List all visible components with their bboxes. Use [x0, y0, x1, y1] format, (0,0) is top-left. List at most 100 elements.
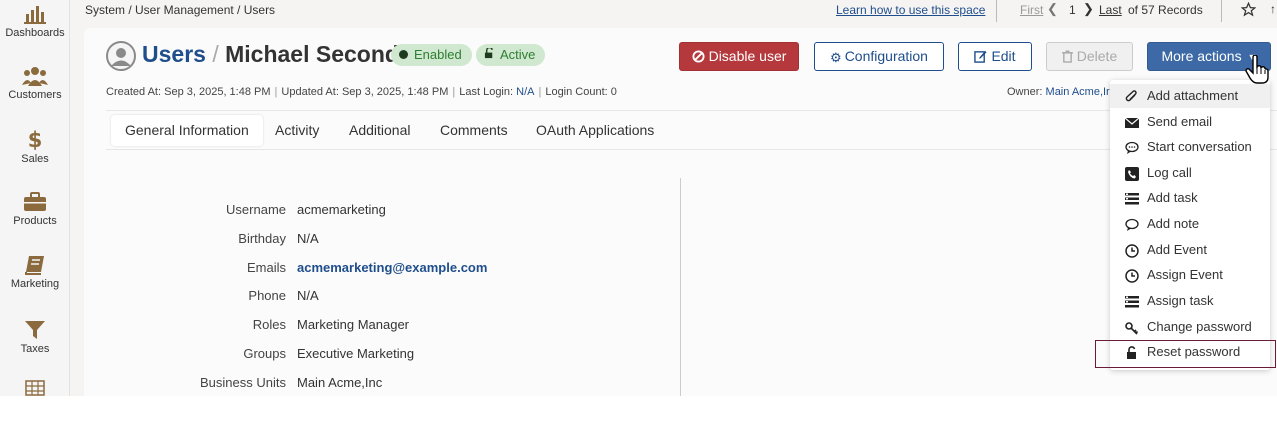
bar-chart-icon: [24, 6, 46, 24]
sidebar-item-customers[interactable]: Customers: [0, 66, 70, 101]
sidebar-item-marketing[interactable]: Marketing: [0, 255, 70, 290]
last-login-label: Last Login:: [459, 86, 514, 98]
selection-highlight: [1095, 340, 1276, 368]
badge-label: Active: [500, 47, 536, 62]
last-login-value[interactable]: N/A: [516, 86, 534, 98]
hand-cursor-icon: [1245, 55, 1269, 84]
sidebar-item-label: Taxes: [20, 343, 50, 355]
field-label-phone: Phone: [248, 288, 286, 303]
gear-icon: ⚙: [830, 50, 842, 65]
sidebar-item-dashboards[interactable]: Dashboards: [0, 4, 70, 39]
menu-item-label: Start conversation: [1147, 139, 1252, 154]
key-icon: [1125, 322, 1139, 335]
field-value-email-link[interactable]: acmemarketing@example.com: [297, 260, 487, 275]
button-label: Configuration: [844, 48, 928, 64]
menu-item-log-call[interactable]: Log call: [1110, 161, 1270, 185]
menu-item-change-password[interactable]: Change password: [1110, 315, 1270, 339]
phone-icon: [1125, 167, 1139, 181]
menu-item-label: Log call: [1147, 165, 1192, 180]
owner-info: Owner: Main Acme,Ir: [1007, 86, 1110, 98]
tab-bar: General Information Activity Additional …: [106, 110, 1277, 150]
sidebar-item-sales[interactable]: $ Sales: [0, 128, 70, 165]
menu-item-label: Assign Event: [1147, 267, 1223, 282]
pager-last-link[interactable]: Last: [1099, 3, 1122, 17]
dot-icon: [399, 50, 408, 59]
top-bar: System / User Management / Users Learn h…: [71, 0, 1277, 22]
tab-activity[interactable]: Activity: [261, 115, 333, 146]
title-separator: /: [212, 41, 219, 67]
menu-item-add-attachment[interactable]: Add attachment: [1110, 84, 1270, 108]
dollar-icon: $: [28, 128, 43, 150]
page-title: Users / Michael Second: [142, 41, 399, 68]
chevron-left-icon[interactable]: ❮: [1047, 1, 1058, 17]
menu-item-label: Add note: [1147, 216, 1200, 231]
filter-icon: [25, 321, 45, 339]
table-icon: [25, 380, 45, 396]
title-section-link[interactable]: Users: [142, 41, 206, 67]
title-record-name: Michael Second: [225, 41, 399, 67]
chevron-right-icon[interactable]: ❯: [1083, 1, 1094, 17]
paperclip-icon: [1125, 90, 1137, 102]
tab-oauth-applications[interactable]: OAuth Applications: [522, 115, 668, 146]
learn-link[interactable]: Learn how to use this space: [836, 3, 985, 17]
edit-button[interactable]: Edit: [958, 42, 1032, 71]
menu-item-assign-task[interactable]: Assign task: [1110, 289, 1270, 313]
sidebar-item-taxes[interactable]: Taxes: [0, 320, 70, 355]
menu-item-send-email[interactable]: Send email: [1110, 110, 1270, 134]
trash-icon: [1061, 45, 1073, 72]
disable-user-button[interactable]: Disable user: [679, 42, 799, 71]
sidebar-item-products[interactable]: Products: [0, 192, 70, 227]
owner-link[interactable]: Main Acme,Ir: [1046, 86, 1110, 98]
tasks-icon: [1125, 296, 1139, 308]
svg-text:$: $: [28, 128, 43, 150]
app-window: Dashboards Customers $ Sales Products Ma…: [0, 0, 1277, 396]
user-menu-icon[interactable]: ↑: [1270, 2, 1276, 16]
button-label: Disable user: [708, 48, 787, 64]
chat-icon: [1125, 141, 1139, 154]
ban-icon: [692, 45, 705, 72]
menu-item-add-note[interactable]: Add note: [1110, 212, 1270, 236]
field-value-phone: N/A: [297, 288, 319, 303]
tab-comments[interactable]: Comments: [426, 115, 522, 146]
login-count-value: 0: [610, 86, 617, 98]
owner-label: Owner:: [1007, 86, 1043, 98]
sidebar-item-label: Customers: [8, 89, 62, 101]
field-value-username: acmemarketing: [297, 202, 386, 217]
sidebar: Dashboards Customers $ Sales Products Ma…: [0, 0, 70, 396]
book-icon: [25, 256, 44, 275]
delete-button[interactable]: Delete: [1046, 42, 1133, 71]
field-label-business-units: Business Units: [200, 375, 286, 390]
column-divider: [680, 178, 681, 396]
status-badge-active: Active: [476, 44, 546, 66]
sidebar-item-label: Sales: [21, 153, 49, 165]
topbar-divider: [996, 0, 997, 22]
menu-item-label: Add attachment: [1147, 88, 1239, 103]
tasks-icon: [1125, 193, 1139, 205]
sidebar-item-more[interactable]: [0, 380, 70, 396]
pager-record-count: of 57 Records: [1128, 3, 1203, 17]
menu-item-add-task[interactable]: Add task: [1110, 186, 1270, 210]
star-icon[interactable]: [1241, 2, 1256, 17]
briefcase-icon: [24, 192, 46, 211]
updated-label: Updated At:: [281, 86, 339, 98]
field-value-business-units: Main Acme,Inc: [297, 375, 383, 390]
sidebar-item-label: Products: [13, 215, 57, 227]
field-label-emails: Emails: [246, 260, 286, 275]
updated-value: Sep 3, 2025, 1:48 PM: [341, 86, 449, 98]
configuration-button[interactable]: ⚙ Configuration: [814, 42, 944, 71]
tab-general-information[interactable]: General Information: [111, 115, 263, 146]
unlock-icon: [484, 44, 495, 66]
menu-item-assign-event[interactable]: Assign Event: [1110, 263, 1270, 287]
menu-item-label: Assign task: [1147, 293, 1214, 308]
menu-item-label: Add task: [1147, 190, 1198, 205]
menu-item-start-conversation[interactable]: Start conversation: [1110, 135, 1270, 159]
record-meta: Created At: Sep 3, 2025, 1:48 PM | Updated…: [106, 86, 617, 98]
tab-additional[interactable]: Additional: [335, 115, 425, 146]
menu-item-add-event[interactable]: Add Event: [1110, 238, 1270, 262]
field-label-username: Username: [226, 202, 286, 217]
clock-icon: [1125, 269, 1139, 283]
pager-first-link[interactable]: First: [1020, 3, 1043, 17]
badge-label: Enabled: [414, 47, 462, 62]
sidebar-item-label: Marketing: [10, 278, 60, 290]
users-icon: [22, 67, 48, 86]
